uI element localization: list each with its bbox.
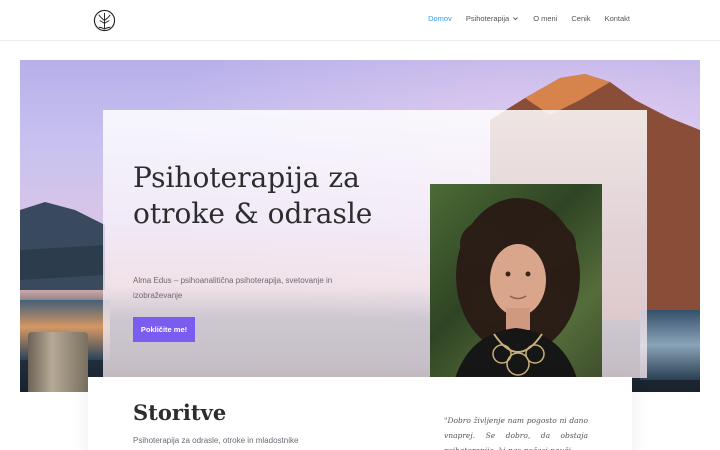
wooden-post bbox=[28, 332, 88, 392]
nav-label: Psihoterapija bbox=[465, 14, 510, 23]
chevron-down-icon bbox=[513, 17, 519, 21]
hero-title: Psihoterapija za otroke & odrasle bbox=[133, 161, 373, 230]
nav-label: Domov bbox=[428, 14, 452, 23]
tree-of-life-logo-icon[interactable] bbox=[93, 9, 116, 32]
services-title: Storitve bbox=[133, 400, 227, 425]
nav-item-o-meni[interactable]: O meni bbox=[533, 14, 557, 23]
services-subtitle: Psihoterapija za odrasle, otroke in mlad… bbox=[133, 436, 299, 445]
nav-label: Cenik bbox=[571, 14, 591, 23]
quote-text: "Dobro življenje nam pogosto ni dano vna… bbox=[444, 416, 588, 450]
call-me-button[interactable]: Pokličite me! bbox=[133, 317, 195, 342]
main-nav: Domov Psihoterapija O meni Cenik Kontakt bbox=[428, 14, 630, 23]
nav-item-psihoterapija[interactable]: Psihoterapija bbox=[466, 14, 519, 23]
nav-label: Kontakt bbox=[604, 14, 630, 23]
portrait-photo bbox=[430, 184, 602, 400]
woman-portrait-image bbox=[450, 198, 582, 400]
hero-subtitle: Alma Edus – psihoanalitična psihoterapij… bbox=[133, 276, 333, 300]
nav-item-domov[interactable]: Domov bbox=[428, 14, 452, 23]
site-header: Domov Psihoterapija O meni Cenik Kontakt bbox=[0, 0, 720, 41]
nav-item-cenik[interactable]: Cenik bbox=[571, 14, 590, 23]
nav-item-kontakt[interactable]: Kontakt bbox=[605, 14, 630, 23]
lake-reflection bbox=[640, 310, 700, 380]
nav-label: O meni bbox=[533, 14, 558, 23]
